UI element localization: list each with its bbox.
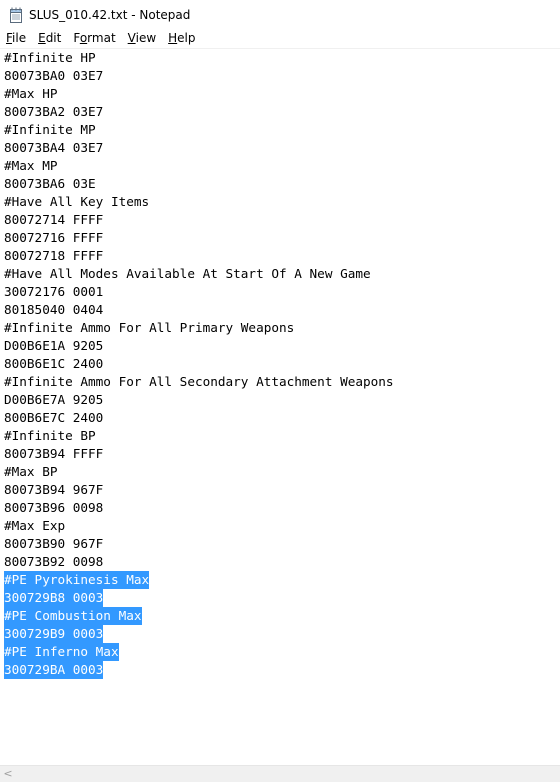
text-line: #Max BP (4, 463, 560, 481)
menu-help[interactable]: Help (162, 29, 201, 48)
line-text: 300729BA 0003 (4, 661, 104, 679)
line-text: 800B6E7C 2400 (4, 410, 104, 425)
line-text: 80185040 0404 (4, 302, 104, 317)
notepad-icon (9, 7, 23, 23)
text-line: 30072176 0001 (4, 283, 560, 301)
text-line: #Max HP (4, 85, 560, 103)
line-text: 80072714 FFFF (4, 212, 104, 227)
selected-text-line: #PE Pyrokinesis Max (4, 571, 560, 589)
text-line: #Have All Key Items (4, 193, 560, 211)
selected-text-line: 300729B8 0003 (4, 589, 560, 607)
line-text: #Infinite Ammo For All Secondary Attachm… (4, 374, 394, 389)
line-text: #Infinite MP (4, 122, 96, 137)
line-text: 80073BA2 03E7 (4, 104, 104, 119)
line-text: #Max BP (4, 464, 58, 479)
text-line: #Infinite Ammo For All Secondary Attachm… (4, 373, 560, 391)
line-text: 80073B96 0098 (4, 500, 104, 515)
line-text: 80073B94 FFFF (4, 446, 104, 461)
line-text: 80072716 FFFF (4, 230, 104, 245)
line-text: D00B6E7A 9205 (4, 392, 104, 407)
text-line: 80073B90 967F (4, 535, 560, 553)
selected-text-line: 300729BA 0003 (4, 661, 560, 679)
text-line: 80072714 FFFF (4, 211, 560, 229)
line-text: #PE Inferno Max (4, 643, 119, 661)
text-line: 80073BA0 03E7 (4, 67, 560, 85)
text-line: #Max Exp (4, 517, 560, 535)
text-line: D00B6E7A 9205 (4, 391, 560, 409)
window-title: SLUS_010.42.txt - Notepad (29, 7, 191, 22)
line-text: 80073B90 967F (4, 536, 104, 551)
selected-text-line: 300729B9 0003 (4, 625, 560, 643)
line-text: 800B6E1C 2400 (4, 356, 104, 371)
line-text: 300729B9 0003 (4, 625, 104, 643)
line-text: 80072718 FFFF (4, 248, 104, 263)
text-line: #Infinite Ammo For All Primary Weapons (4, 319, 560, 337)
text-line: #Max MP (4, 157, 560, 175)
selected-text-line: #PE Combustion Max (4, 607, 560, 625)
line-text: 80073BA0 03E7 (4, 68, 104, 83)
text-line: 80073B96 0098 (4, 499, 560, 517)
line-text: #Max MP (4, 158, 58, 173)
text-line: 80072716 FFFF (4, 229, 560, 247)
text-line: 80073B94 967F (4, 481, 560, 499)
menu-bar: File Edit Format View Help (0, 29, 560, 49)
line-text: #Infinite BP (4, 428, 96, 443)
line-text: #Infinite HP (4, 50, 96, 65)
line-text: D00B6E1A 9205 (4, 338, 104, 353)
line-text: #Infinite Ammo For All Primary Weapons (4, 320, 295, 335)
text-line: 800B6E7C 2400 (4, 409, 560, 427)
line-text: #PE Combustion Max (4, 607, 142, 625)
text-line: 80073BA4 03E7 (4, 139, 560, 157)
menu-edit[interactable]: Edit (32, 29, 67, 48)
line-text: 80073B94 967F (4, 482, 104, 497)
menu-format[interactable]: Format (67, 29, 121, 48)
text-line: D00B6E1A 9205 (4, 337, 560, 355)
text-line: 80073BA2 03E7 (4, 103, 560, 121)
text-line: 800B6E1C 2400 (4, 355, 560, 373)
line-text: #PE Pyrokinesis Max (4, 571, 150, 589)
text-line: 80185040 0404 (4, 301, 560, 319)
selected-text-line: #PE Inferno Max (4, 643, 560, 661)
title-bar: SLUS_010.42.txt - Notepad (0, 0, 560, 29)
line-text: 30072176 0001 (4, 284, 104, 299)
menu-view[interactable]: View (122, 29, 162, 48)
line-text: 300729B8 0003 (4, 589, 104, 607)
line-text: #Max HP (4, 86, 58, 101)
text-editor[interactable]: #Infinite HP 80073BA0 03E7 #Max HP 80073BA2… (0, 49, 560, 765)
line-text: 80073B92 0098 (4, 554, 104, 569)
text-line: #Infinite HP (4, 49, 560, 67)
text-line: #Infinite BP (4, 427, 560, 445)
scroll-left-arrow-icon[interactable]: < (2, 768, 14, 780)
text-line: #Infinite MP (4, 121, 560, 139)
line-text: #Have All Modes Available At Start Of A … (4, 266, 371, 281)
menu-file[interactable]: File (0, 29, 32, 48)
text-line: 80073B92 0098 (4, 553, 560, 571)
line-text: #Have All Key Items (4, 194, 150, 209)
text-line: #Have All Modes Available At Start Of A … (4, 265, 560, 283)
text-line: 80073BA6 03E (4, 175, 560, 193)
text-line: 80073B94 FFFF (4, 445, 560, 463)
line-text: 80073BA4 03E7 (4, 140, 104, 155)
line-text: #Max Exp (4, 518, 66, 533)
horizontal-scrollbar[interactable]: < (0, 765, 560, 782)
text-line: 80072718 FFFF (4, 247, 560, 265)
line-text: 80073BA6 03E (4, 176, 96, 191)
